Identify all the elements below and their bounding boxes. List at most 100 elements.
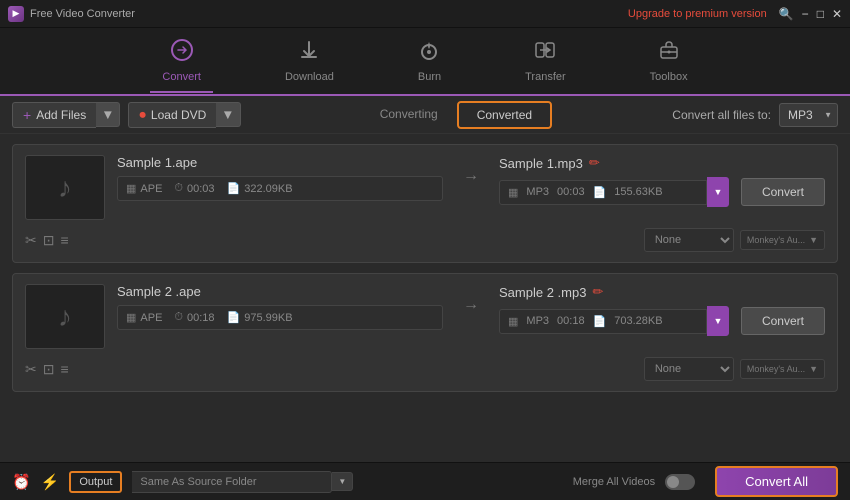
- file-2-tools: ✂ ⊡ ≡: [25, 361, 155, 378]
- file-1-source-info: ▦ APE ⏱ 00:03 📄 322.09KB: [117, 176, 443, 201]
- file-1-sub-selects: None Monkey's Au... ▼: [644, 228, 825, 252]
- add-files-group: + Add Files ▼: [12, 102, 120, 128]
- clock-icon-1: ⏱: [174, 182, 183, 195]
- file-1-size: 322.09KB: [244, 183, 292, 195]
- tab-converting[interactable]: Converting: [361, 101, 457, 129]
- file-icon-2: 📄: [227, 311, 241, 324]
- burn-nav-label: Burn: [418, 71, 441, 83]
- crop-icon-2[interactable]: ⊡: [43, 361, 55, 378]
- app-icon: ▶: [8, 6, 24, 22]
- effects-icon-2[interactable]: ≡: [60, 361, 68, 377]
- burn-nav-icon: [418, 39, 440, 67]
- download-nav-icon: [298, 39, 320, 67]
- file-1-audio-dropdown[interactable]: Monkey's Au... ▼: [740, 230, 825, 250]
- file-1-source-format: APE: [140, 183, 162, 195]
- nav-item-download[interactable]: Download: [273, 31, 346, 91]
- file-1-target-dropdown[interactable]: ▼: [707, 177, 729, 207]
- file-1-info-left: Sample 1.ape ▦ APE ⏱ 00:03 📄 322.09KB: [117, 155, 443, 201]
- convert-nav-label: Convert: [162, 71, 201, 83]
- target-format-icon-2: ▦: [508, 315, 518, 328]
- bottom-bar: ⏰ ⚡ Output Same As Source Folder Custom …: [0, 462, 850, 500]
- nav-bar: Convert Download Burn: [0, 28, 850, 96]
- file-2-source-name: Sample 2 .ape: [117, 284, 443, 299]
- maximize-icon[interactable]: □: [817, 7, 824, 21]
- file-1-edit-icon[interactable]: ✏: [589, 155, 600, 171]
- file-1-target-box: ▦ MP3 00:03 📄 155.63KB: [499, 180, 707, 205]
- file-2-bottom-row: ✂ ⊡ ≡ None Monkey's Au... ▼: [25, 357, 825, 381]
- add-files-button[interactable]: + Add Files: [12, 102, 96, 128]
- load-dvd-dropdown[interactable]: ▼: [216, 102, 240, 127]
- add-files-dropdown[interactable]: ▼: [96, 102, 120, 127]
- plus-icon: +: [23, 107, 31, 123]
- file-1-convert-button[interactable]: Convert: [741, 178, 825, 206]
- load-dvd-label: Load DVD: [151, 108, 206, 122]
- file-2-effect-select[interactable]: None: [644, 357, 734, 381]
- trim-icon-2[interactable]: ✂: [25, 361, 37, 378]
- nav-item-transfer[interactable]: Transfer: [513, 31, 578, 91]
- convert-nav-icon: [171, 39, 193, 67]
- minimize-icon[interactable]: −: [802, 7, 809, 21]
- file-card-2-top: ♪ Sample 2 .ape ▦ APE ⏱ 00:18 📄 975.99KB: [25, 284, 825, 349]
- file-2-edit-icon[interactable]: ✏: [592, 284, 603, 300]
- file-card-1: ♪ Sample 1.ape ▦ APE ⏱ 00:03 📄 322.09KB: [12, 144, 838, 263]
- merge-toggle[interactable]: [665, 474, 695, 490]
- file-2-source-duration: ⏱ 00:18: [174, 311, 214, 324]
- output-path-arrow[interactable]: ▼: [332, 472, 353, 491]
- load-dvd-group: ⏺ Load DVD ▼: [128, 102, 240, 128]
- file-1-tools: ✂ ⊡ ≡: [25, 232, 155, 249]
- tab-converted[interactable]: Converted: [457, 101, 552, 129]
- file-2-convert-button[interactable]: Convert: [741, 307, 825, 335]
- title-bar-left: ▶ Free Video Converter: [8, 6, 135, 22]
- trim-icon-1[interactable]: ✂: [25, 232, 37, 249]
- file-2-source-format: APE: [140, 312, 162, 324]
- file-1-target-duration: 00:03: [557, 186, 585, 198]
- file-card-2: ♪ Sample 2 .ape ▦ APE ⏱ 00:18 📄 975.99KB: [12, 273, 838, 392]
- file-1-arrow: →: [455, 167, 487, 185]
- dvd-icon: ⏺: [139, 107, 146, 123]
- load-dvd-button[interactable]: ⏺ Load DVD: [128, 102, 216, 128]
- close-icon[interactable]: ✕: [832, 7, 842, 21]
- file-card-1-top: ♪ Sample 1.ape ▦ APE ⏱ 00:03 📄 322.09KB: [25, 155, 825, 220]
- file-2-target-size: 703.28KB: [614, 315, 662, 327]
- file-1-effect-select[interactable]: None: [644, 228, 734, 252]
- convert-all-button[interactable]: Convert All: [715, 466, 838, 497]
- nav-item-toolbox[interactable]: Toolbox: [638, 31, 700, 91]
- file-2-output-name-row: Sample 2 .mp3 ✏: [499, 284, 825, 300]
- upgrade-link[interactable]: Upgrade to premium version: [628, 8, 767, 20]
- tab-group: Converting Converted: [361, 101, 552, 129]
- toolbox-nav-icon: [658, 39, 680, 67]
- output-label[interactable]: Output: [69, 471, 122, 493]
- search-icon[interactable]: 🔍: [779, 7, 794, 21]
- format-select[interactable]: MP3 MP4 AVI MKV: [779, 103, 838, 127]
- file-2-source-label: ▦ APE: [126, 311, 162, 324]
- file-2-arrow: →: [455, 296, 487, 314]
- file-2-info-left: Sample 2 .ape ▦ APE ⏱ 00:18 📄 975.99KB: [117, 284, 443, 330]
- content-area: ♪ Sample 1.ape ▦ APE ⏱ 00:03 📄 322.09KB: [0, 134, 850, 474]
- power-icon[interactable]: ⚡: [41, 473, 60, 491]
- nav-item-convert[interactable]: Convert: [150, 31, 213, 93]
- file-1-target-format: MP3: [526, 186, 549, 198]
- transfer-nav-label: Transfer: [525, 71, 566, 83]
- file-2-target-dropdown[interactable]: ▼: [707, 306, 729, 336]
- format-icon-1: ▦: [126, 182, 136, 195]
- file-1-source-name: Sample 1.ape: [117, 155, 443, 170]
- file-1-bottom-row: ✂ ⊡ ≡ None Monkey's Au... ▼: [25, 228, 825, 252]
- app-title: Free Video Converter: [30, 8, 135, 20]
- nav-item-burn[interactable]: Burn: [406, 31, 453, 91]
- file-1-target-box-row: ▦ MP3 00:03 📄 155.63KB ▼: [499, 177, 729, 207]
- schedule-icon[interactable]: ⏰: [12, 473, 31, 491]
- file-2-target-format: MP3: [526, 315, 549, 327]
- file-2-audio-arrow: ▼: [809, 364, 818, 374]
- output-path-select[interactable]: Same As Source Folder Custom Folder: [132, 471, 332, 493]
- file-2-source-info: ▦ APE ⏱ 00:18 📄 975.99KB: [117, 305, 443, 330]
- crop-icon-1[interactable]: ⊡: [43, 232, 55, 249]
- file-1-duration: 00:03: [187, 183, 215, 195]
- file-2-source-size: 📄 975.99KB: [227, 311, 293, 324]
- transfer-nav-icon: [534, 39, 556, 67]
- file-1-audio-label: Monkey's Au...: [747, 235, 805, 245]
- file-2-audio-dropdown[interactable]: Monkey's Au... ▼: [740, 359, 825, 379]
- toolbar: + Add Files ▼ ⏺ Load DVD ▼ Converting Co…: [0, 96, 850, 134]
- effects-icon-1[interactable]: ≡: [60, 232, 68, 248]
- format-select-wrapper: MP3 MP4 AVI MKV: [779, 103, 838, 127]
- music-icon-2: ♪: [58, 301, 72, 333]
